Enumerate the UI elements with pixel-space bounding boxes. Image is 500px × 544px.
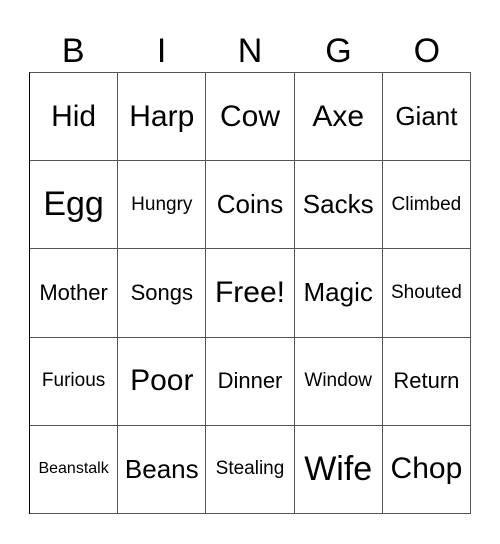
cell[interactable]: Chop — [382, 425, 471, 514]
cell[interactable]: Mother — [30, 249, 119, 338]
cell[interactable]: Return — [382, 337, 471, 426]
cell[interactable]: Furious — [30, 337, 119, 426]
cell[interactable]: Wife — [294, 425, 383, 514]
cell[interactable]: Hungry — [118, 161, 207, 250]
bingo-card: Hid Harp Cow Axe Giant Egg Hungry Coins … — [29, 72, 471, 514]
cell[interactable]: Beanstalk — [30, 425, 119, 514]
cell[interactable]: Poor — [118, 337, 207, 426]
cell[interactable]: Magic — [294, 249, 383, 338]
cell[interactable]: Sacks — [294, 161, 383, 250]
cell[interactable]: Shouted — [382, 249, 471, 338]
free-cell[interactable]: Free! — [206, 249, 295, 338]
cell[interactable]: Harp — [118, 73, 207, 162]
header-letter-i: I — [156, 32, 167, 70]
cell[interactable]: Coins — [206, 161, 295, 250]
cell[interactable]: Stealing — [206, 425, 295, 514]
cell[interactable]: Dinner — [206, 337, 295, 426]
cell[interactable]: Songs — [118, 249, 207, 338]
cell[interactable]: Beans — [118, 425, 207, 514]
cell[interactable]: Hid — [30, 73, 119, 162]
bingo-header: B I N G O — [29, 30, 471, 72]
cell[interactable]: Window — [294, 337, 383, 426]
header-letter-o: O — [413, 32, 441, 70]
header-letter-b: B — [61, 32, 85, 70]
cell[interactable]: Cow — [206, 73, 295, 162]
header-letter-g: G — [325, 32, 352, 70]
cell[interactable]: Climbed — [382, 161, 471, 250]
cell[interactable]: Egg — [30, 161, 119, 250]
cell[interactable]: Giant — [382, 73, 471, 162]
header-letter-n: N — [237, 32, 263, 70]
cell[interactable]: Axe — [294, 73, 383, 162]
